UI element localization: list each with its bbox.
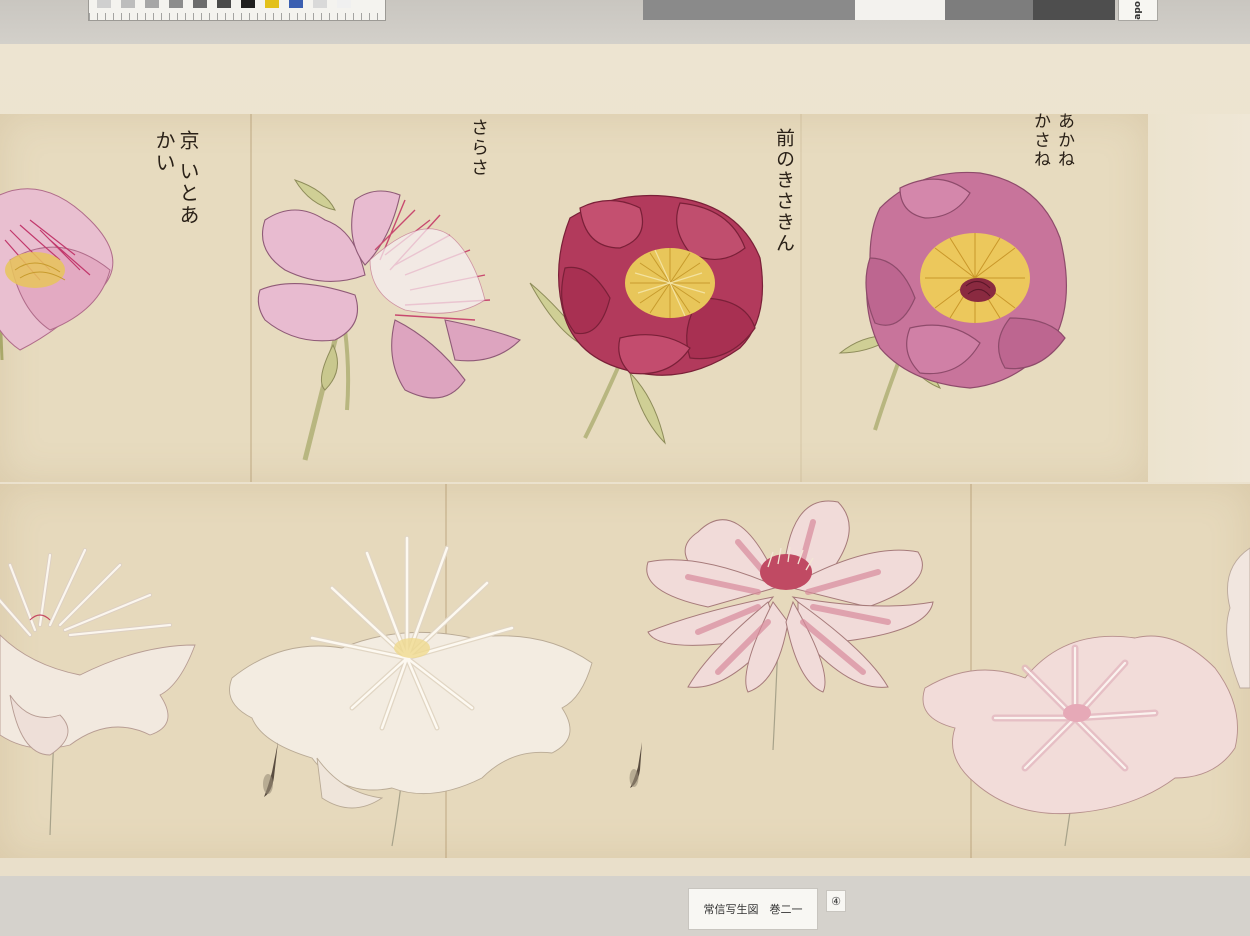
calibration-swatch [289,0,303,8]
insect-mark [263,742,278,797]
calibration-swatch [265,0,279,8]
gray-card-label: apo [1133,1,1143,20]
calibration-swatch [241,0,255,8]
paper-seam [800,114,802,482]
peony-crimson [529,194,763,445]
gray-card-block [945,0,1033,20]
gray-card-block [1033,0,1115,20]
section-number-label: ④ [826,890,846,912]
calibration-swatch [121,0,135,8]
calibration-swatch [97,0,111,8]
peony-light-pink [257,179,521,461]
peony-rose [838,171,1068,431]
peony-white-partial [0,548,196,836]
gray-card-block [753,0,855,20]
color-calibration-card [88,0,386,21]
gray-card-block [643,0,753,20]
peony-white [229,535,593,847]
caption-kyo-itoakai: 京 いとあかい [152,130,200,227]
peony-pale-pink [922,635,1238,847]
scroll-end-paper [1148,114,1250,482]
insect-mark [629,742,642,788]
caption-zen-no-kisaki: 前のきさきん [773,128,795,254]
paper-seam [250,114,252,482]
peony-edge-partial [1226,547,1250,689]
calibration-swatch [217,0,231,8]
gray-card-block [855,0,945,20]
peony-pink-streaked [646,500,934,751]
calibration-swatch [145,0,159,8]
gray-scale-card [643,0,1115,20]
gray-card-label-tab: apo [1118,0,1158,21]
calibration-swatch [313,0,327,8]
peony-pink-partial [0,188,114,361]
ruler-ticks [89,13,385,20]
calibration-swatch [193,0,207,8]
scroll-title-label: 常信写生図 巻二一 [688,888,818,930]
calibration-swatch [169,0,183,8]
calibration-swatch [337,0,351,8]
